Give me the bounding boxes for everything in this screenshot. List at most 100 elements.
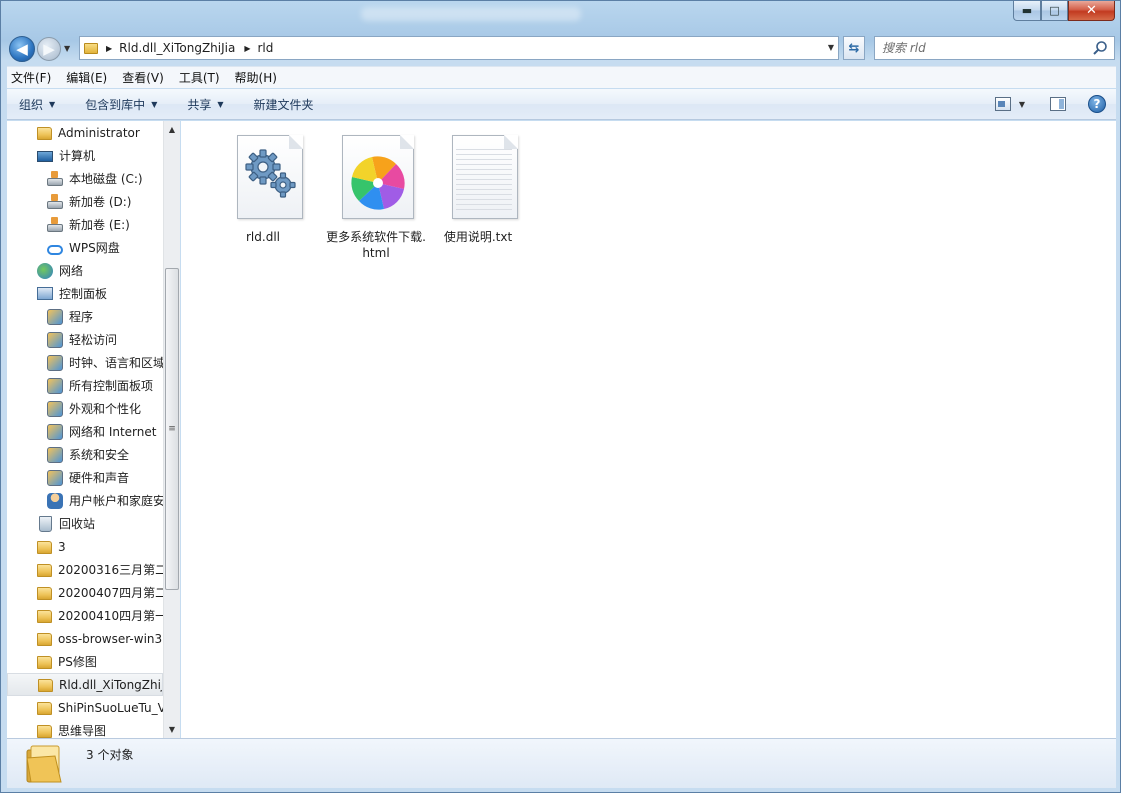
forward-arrow-icon: ▶ [43, 40, 55, 58]
user-folder-icon [37, 127, 52, 140]
sidebar-item[interactable]: 计算机 [7, 144, 163, 167]
sidebar-item-label: 时钟、语言和区域 [69, 356, 163, 370]
sidebar-item[interactable]: 回收站 [7, 512, 163, 535]
menu-help[interactable]: 帮助(H) [235, 69, 277, 86]
item-count: 3 个对象 [86, 748, 134, 762]
sidebar-item[interactable]: 硬件和声音 [7, 466, 163, 489]
new-folder-button[interactable]: 新建文件夹 [254, 96, 314, 113]
folder-icon [37, 610, 52, 623]
navigation-scrollbar[interactable]: ▲ ≡ ▼ [163, 121, 180, 738]
organize-button[interactable]: 组织 ▼ [19, 96, 55, 113]
sidebar-item[interactable]: 网络和 Internet [7, 420, 163, 443]
sidebar-item[interactable]: 轻松访问 [7, 328, 163, 351]
recent-pages-dropdown[interactable]: ▼ [64, 44, 70, 53]
new-folder-label: 新建文件夹 [253, 97, 314, 112]
help-icon[interactable]: ? [1088, 95, 1106, 113]
address-bar[interactable]: ▶ Rld.dll_XiTongZhiJia ▶ rld ▼ [79, 36, 839, 60]
scroll-thumb[interactable]: ≡ [165, 268, 179, 590]
file-item-html[interactable]: 更多系统软件下载.html [326, 131, 426, 261]
breadcrumb-item[interactable]: rld [258, 41, 274, 55]
sidebar-item[interactable]: ShiPinSuoLueTu_V [7, 696, 163, 719]
maximize-button[interactable]: □ [1041, 1, 1068, 21]
sidebar-item[interactable]: WPS网盘 [7, 236, 163, 259]
back-button[interactable]: ◀ [9, 36, 35, 62]
sidebar-item[interactable]: oss-browser-win32 [7, 627, 163, 650]
change-view-icon[interactable] [994, 97, 1011, 111]
sidebar-item[interactable]: 网络 [7, 259, 163, 282]
search-input[interactable] [882, 41, 1082, 55]
navigation-pane: Administrator 计算机本地磁盘 (C:) 新加卷 (D:) 新加卷 (E:… [7, 121, 163, 738]
include-library-button[interactable]: 包含到库中 ▼ [85, 96, 157, 113]
preview-pane-icon[interactable] [1050, 97, 1066, 111]
view-controls: ▼ ? [994, 95, 1106, 113]
drive-icon [47, 170, 63, 186]
file-list-area: rld.dll 更多系统软件下载.html 使用说明.txt [181, 121, 1116, 738]
sidebar-item[interactable]: 思维导图 [7, 719, 163, 738]
sidebar-item[interactable]: 系统和安全 [7, 443, 163, 466]
sidebar-item[interactable]: 20200410四月第一周 [7, 604, 163, 627]
command-bar: 组织 ▼ 包含到库中 ▼ 共享 ▼ 新建文件夹 ▼ ? [7, 89, 1116, 120]
sidebar-item[interactable]: 20200316三月第二周 [7, 558, 163, 581]
chevron-down-icon: ▼ [49, 99, 56, 109]
sidebar-item[interactable]: Rld.dll_XiTongZhiJia [7, 673, 163, 696]
sidebar-item[interactable]: Administrator [7, 121, 163, 144]
sidebar-item[interactable]: 本地磁盘 (C:) [7, 167, 163, 190]
appearance-icon [47, 400, 63, 417]
sidebar-item[interactable]: PS修图 [7, 650, 163, 673]
sidebar-item[interactable]: 时钟、语言和区域 [7, 351, 163, 374]
file-item-rld-dll[interactable]: rld.dll [213, 131, 313, 245]
address-dropdown-icon[interactable]: ▼ [828, 43, 834, 52]
file-name: 更多系统软件下载.html [326, 230, 426, 260]
user-accounts-icon [47, 492, 63, 509]
ease-of-access-icon [47, 331, 63, 348]
sidebar-item[interactable]: 20200407四月第二周 [7, 581, 163, 604]
refresh-button[interactable]: ⇆ [843, 36, 865, 60]
file-item-txt[interactable]: 使用说明.txt [428, 131, 528, 245]
close-button[interactable]: ✕ [1068, 1, 1115, 21]
breadcrumb-item[interactable]: Rld.dll_XiTongZhiJia [119, 41, 235, 55]
view-options-dropdown-icon[interactable]: ▼ [1019, 100, 1025, 109]
menu-view[interactable]: 查看(V) [122, 69, 164, 86]
breadcrumb-arrow-icon[interactable]: ▶ [244, 44, 250, 53]
sidebar-item[interactable]: 所有控制面板项 [7, 374, 163, 397]
minimize-button[interactable]: ▬ [1013, 1, 1041, 21]
title-bar[interactable]: rld ▬ □ ✕ [1, 1, 1120, 31]
sidebar-item[interactable]: 新加卷 (E:) [7, 213, 163, 236]
control-panel-icon [37, 287, 53, 300]
sidebar-item-label: Administrator [58, 125, 140, 140]
folder-icon [37, 587, 52, 600]
search-box[interactable] [874, 36, 1115, 60]
breadcrumb-arrow-icon[interactable]: ▶ [106, 44, 112, 53]
sidebar-item[interactable]: 新加卷 (D:) [7, 190, 163, 213]
sidebar-item[interactable]: 用户帐户和家庭安全 [7, 489, 163, 512]
sidebar-item-label: 轻松访问 [69, 333, 118, 347]
explorer-window: rld ▬ □ ✕ ◀ ▶ ▼ ▶ Rld.dll_XiTongZhiJia ▶… [0, 0, 1121, 793]
share-button[interactable]: 共享 ▼ [187, 96, 223, 113]
sidebar-item[interactable]: 外观和个性化 [7, 397, 163, 420]
forward-button[interactable]: ▶ [37, 37, 61, 61]
sidebar-item[interactable]: 控制面板 [7, 282, 163, 305]
search-icon[interactable] [1092, 40, 1108, 56]
refresh-icon: ⇆ [848, 40, 860, 56]
sidebar-item-label: 本地磁盘 (C:) [69, 172, 143, 186]
computer-icon [37, 150, 53, 162]
scroll-down-icon[interactable]: ▼ [164, 721, 180, 738]
sidebar-item-label: 控制面板 [59, 287, 108, 301]
sidebar-item-label: 硬件和声音 [69, 471, 130, 485]
drive-icon [47, 193, 63, 209]
menu-edit[interactable]: 编辑(E) [66, 69, 107, 86]
sidebar-item-label: 新加卷 (D:) [69, 195, 132, 209]
chevron-down-icon: ▼ [217, 99, 224, 109]
sidebar-item[interactable]: 程序 [7, 305, 163, 328]
sidebar-item[interactable]: 3 [7, 535, 163, 558]
folder-icon [38, 679, 53, 692]
scroll-up-icon[interactable]: ▲ [164, 121, 180, 138]
sidebar-item-label: 外观和个性化 [69, 402, 142, 416]
window-title: rld [361, 7, 581, 21]
sidebar-item-label: 20200410四月第一周 [58, 609, 163, 623]
menu-file[interactable]: 文件(F) [11, 69, 51, 86]
include-library-label: 包含到库中 [85, 97, 146, 112]
folder-icon [37, 725, 52, 738]
menu-tools[interactable]: 工具(T) [179, 69, 220, 86]
folder-icon [26, 745, 62, 783]
